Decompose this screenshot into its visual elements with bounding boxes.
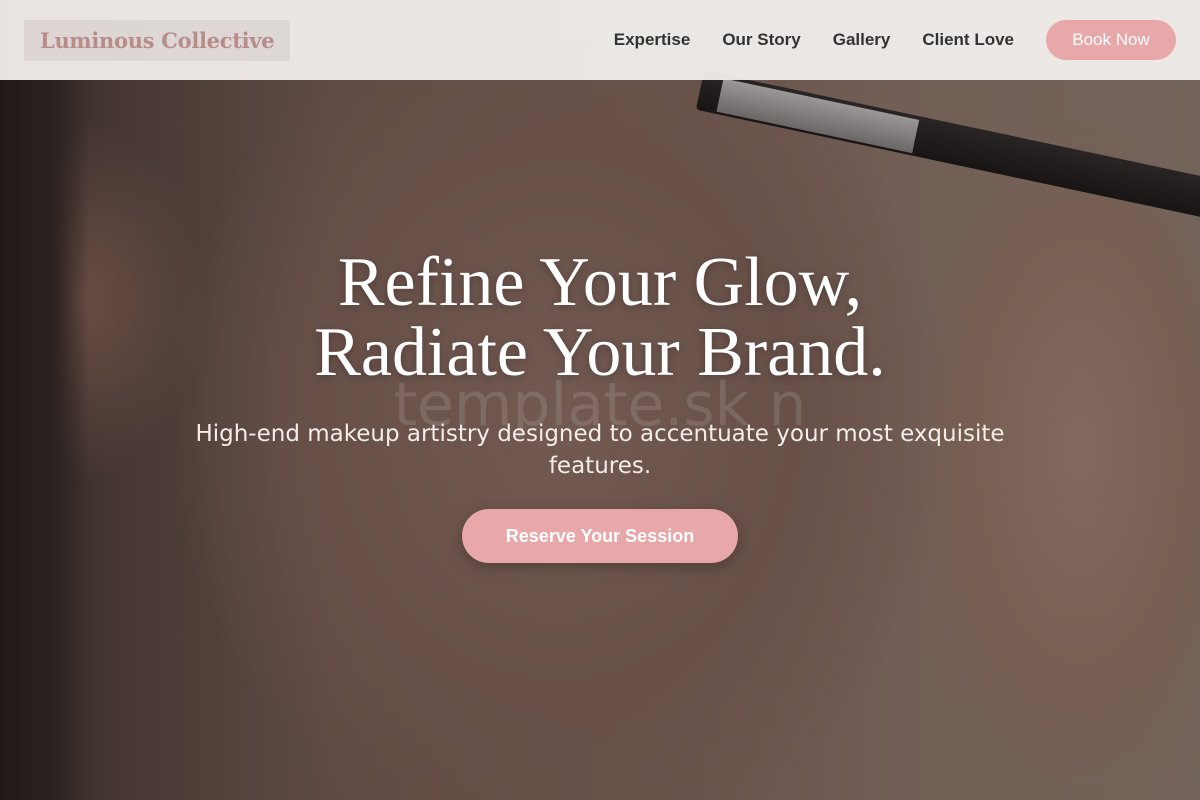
- hero-headline: Refine Your Glow, Radiate Your Brand.: [0, 248, 1200, 388]
- nav-item-client-love[interactable]: Client Love: [922, 30, 1014, 50]
- main-nav: Expertise Our Story Gallery Client Love …: [614, 20, 1176, 60]
- nav-item-our-story[interactable]: Our Story: [722, 30, 800, 50]
- nav-item-gallery[interactable]: Gallery: [833, 30, 891, 50]
- landing-page: Luminous Collective Expertise Our Story …: [0, 0, 1200, 800]
- hero-headline-line-1: Refine Your Glow,: [337, 244, 863, 321]
- brand-logo[interactable]: Luminous Collective: [24, 19, 291, 61]
- hero-section: Refine Your Glow, Radiate Your Brand. te…: [0, 0, 1200, 800]
- site-header: Luminous Collective Expertise Our Story …: [0, 0, 1200, 80]
- hero-subtitle: High-end makeup artistry designed to acc…: [195, 421, 1005, 479]
- reserve-session-button[interactable]: Reserve Your Session: [462, 509, 738, 563]
- nav-item-expertise[interactable]: Expertise: [614, 30, 691, 50]
- book-now-button[interactable]: Book Now: [1046, 20, 1176, 60]
